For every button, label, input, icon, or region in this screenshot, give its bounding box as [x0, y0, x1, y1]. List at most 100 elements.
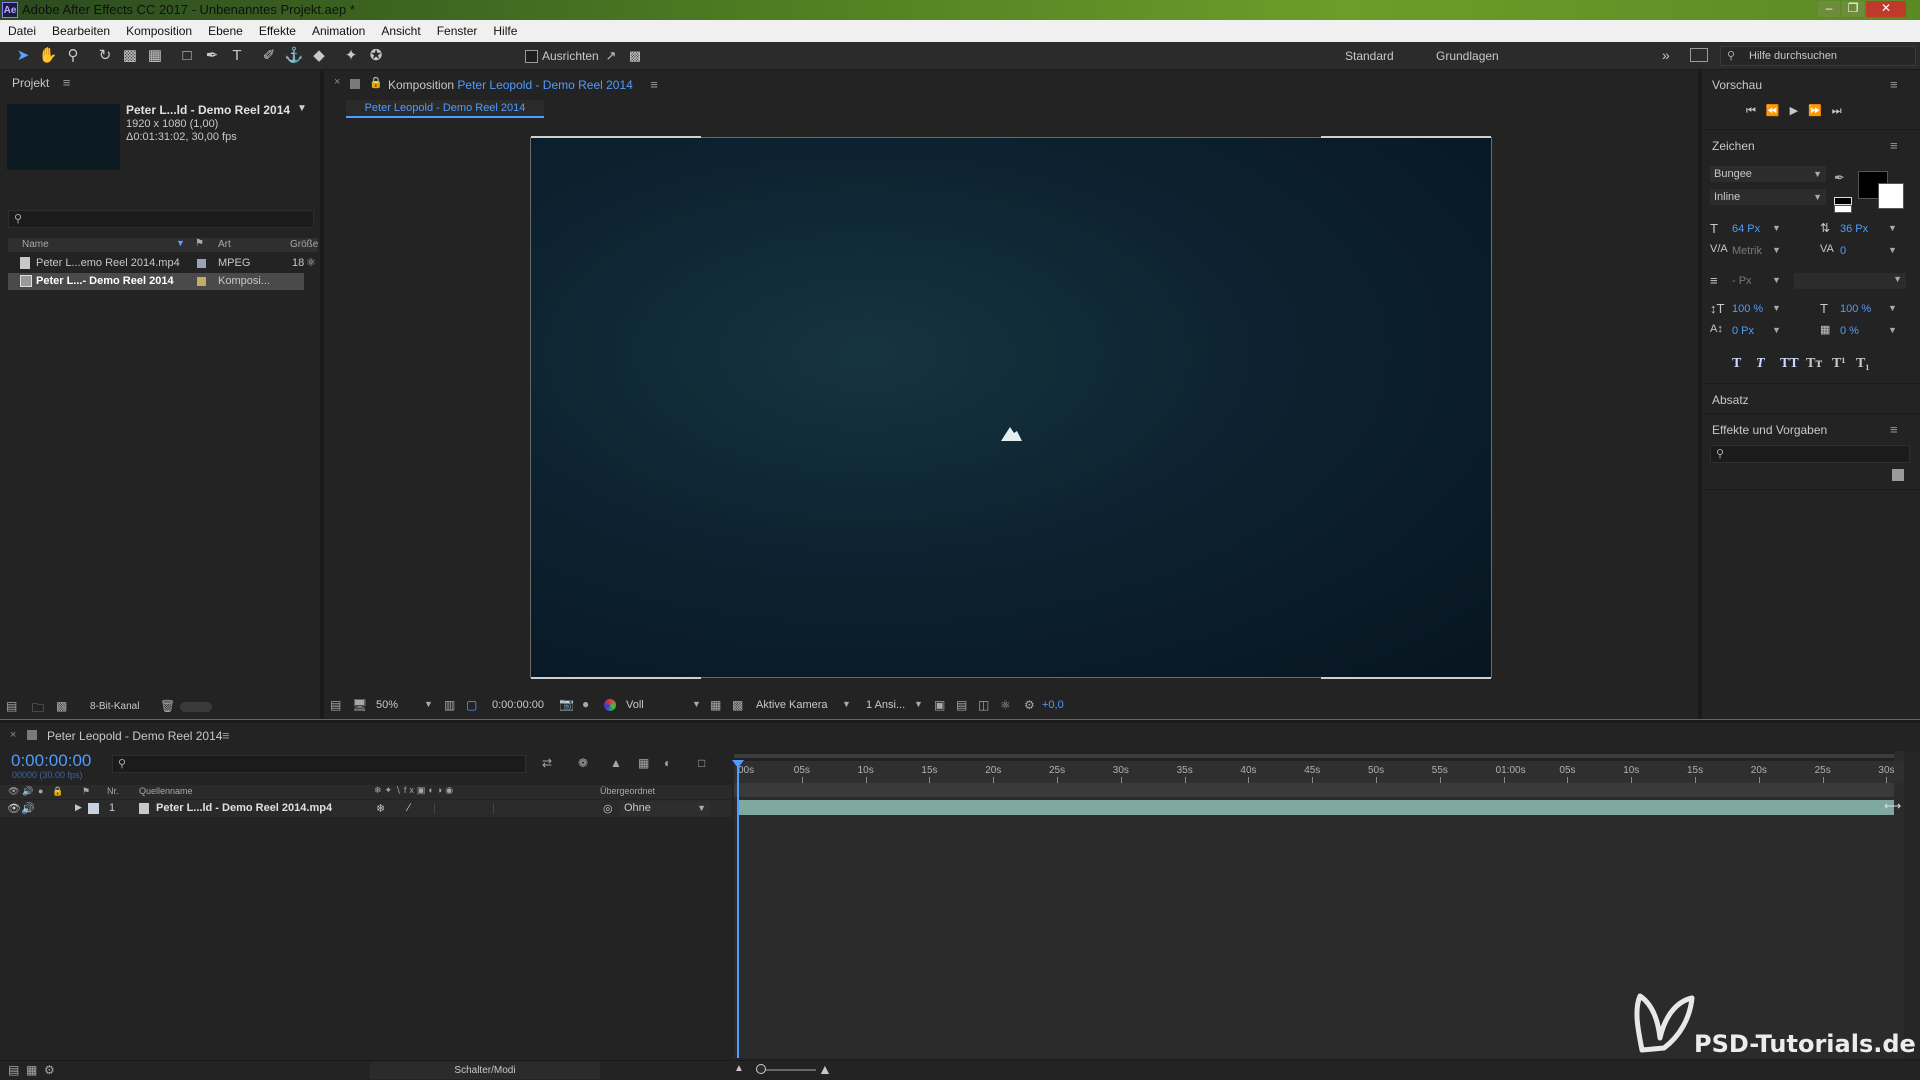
rotate-tool-icon[interactable]: ↻: [94, 46, 116, 66]
first-frame-icon[interactable]: ⏮: [1746, 105, 1766, 117]
minimize-icon[interactable]: –: [1818, 1, 1840, 17]
play-icon[interactable]: ▶: [1790, 105, 1808, 117]
puppet-tool-icon[interactable]: ✪: [365, 46, 387, 66]
project-list-item[interactable]: Peter L...emo Reel 2014.mp4 MPEG 18 ⚛: [8, 255, 318, 272]
playhead[interactable]: [737, 761, 739, 1058]
parent-dropdown[interactable]: Ohne ▼: [620, 801, 710, 816]
vertical-scale-value[interactable]: 100 %: [1732, 303, 1763, 315]
toggle-switches-modes[interactable]: Schalter/Modi: [370, 1062, 600, 1079]
collapse-switch-icon[interactable]: ❄: [376, 802, 385, 815]
layer-list-empty[interactable]: [0, 818, 732, 1058]
column-size[interactable]: Größe: [290, 239, 318, 250]
white-swatch[interactable]: [1834, 205, 1852, 213]
column-source-name[interactable]: Quellenname: [139, 786, 193, 796]
snapshot-icon[interactable]: 📷: [559, 697, 574, 711]
chevron-down-icon[interactable]: ▼: [1888, 245, 1897, 255]
menu-animation[interactable]: Animation: [304, 20, 373, 42]
more-workspaces-icon[interactable]: »: [1662, 47, 1670, 63]
rectangle-tool-icon[interactable]: □: [176, 46, 198, 66]
always-preview-icon[interactable]: ▤: [330, 698, 341, 712]
close-icon[interactable]: ✕: [1866, 1, 1906, 17]
last-frame-icon[interactable]: ⏭: [1832, 105, 1852, 117]
time-ruler[interactable]: 00s 05s 10s 15s 20s 25s 30s 35s 40s 45s 50s 55s 01:0…: [734, 761, 1920, 783]
help-search-box[interactable]: ⚲ Hilfe durchsuchen: [1720, 46, 1916, 66]
column-type[interactable]: Art: [218, 239, 231, 250]
reset-exposure-icon[interactable]: ⚙: [1024, 698, 1035, 712]
label-swatch[interactable]: [197, 277, 206, 286]
workspace-grundlagen[interactable]: Grundlagen: [1436, 49, 1499, 63]
zoom-slider-handle[interactable]: [756, 1064, 766, 1074]
faux-bold-button[interactable]: T: [1732, 356, 1741, 372]
show-snapshot-icon[interactable]: ●: [582, 697, 589, 711]
work-area-range[interactable]: [734, 754, 1894, 758]
new-folder-icon[interactable]: 🗀: [32, 699, 44, 720]
expand-arrow-icon[interactable]: ▶: [75, 802, 82, 813]
motion-blur-icon[interactable]: ◐: [664, 756, 671, 770]
timeline-panel-title[interactable]: Peter Leopold - Demo Reel 2014: [47, 729, 222, 743]
label-swatch[interactable]: [88, 803, 99, 814]
restore-icon[interactable]: ❐: [1842, 1, 1864, 17]
comp-panel-name[interactable]: Peter Leopold - Demo Reel 2014: [457, 78, 632, 92]
menu-fenster[interactable]: Fenster: [429, 20, 486, 42]
leading-value[interactable]: 36 Px: [1840, 223, 1868, 235]
camera-dropdown[interactable]: Aktive Kamera: [756, 699, 828, 711]
text-tool-icon[interactable]: T: [226, 46, 248, 66]
menu-hilfe[interactable]: Hilfe: [485, 20, 525, 42]
column-name[interactable]: Name: [22, 239, 49, 250]
faux-italic-button[interactable]: T: [1756, 356, 1765, 372]
frame-blending-icon[interactable]: ▦: [638, 756, 649, 770]
all-caps-button[interactable]: TT: [1780, 356, 1799, 372]
selection-tool-icon[interactable]: ➤: [12, 46, 34, 66]
menu-ebene[interactable]: Ebene: [200, 20, 251, 42]
layer-row[interactable]: 👁 🔊 ▶ 1 Peter L...ld - Demo Reel 2014.mp…: [0, 800, 732, 817]
horizontal-scale-value[interactable]: 100 %: [1840, 303, 1871, 315]
pen-tool-icon[interactable]: ✒: [201, 46, 223, 66]
chevron-down-icon[interactable]: ▼: [1888, 223, 1897, 233]
close-panel-icon[interactable]: ×: [334, 76, 340, 88]
bit-depth-button[interactable]: 8-Bit-Kanal: [90, 701, 139, 712]
playhead-handle[interactable]: [732, 760, 744, 768]
superscript-button[interactable]: T¹: [1832, 356, 1846, 372]
exposure-value[interactable]: +0,0: [1042, 699, 1064, 711]
monitor-icon[interactable]: 🖥: [352, 698, 367, 712]
chevron-down-icon[interactable]: ▼: [1772, 325, 1781, 335]
zoom-tool-icon[interactable]: ⚲: [62, 46, 84, 66]
prev-frame-icon[interactable]: ⏪: [1766, 105, 1790, 117]
chevron-down-icon[interactable]: ▼: [842, 699, 851, 709]
switch-boxes[interactable]: [434, 803, 494, 814]
clone-stamp-tool-icon[interactable]: ⚓: [283, 46, 305, 66]
layer-switches-icon[interactable]: ▤: [8, 1063, 19, 1077]
interpret-footage-icon[interactable]: ▤: [6, 699, 17, 713]
pan-behind-tool-icon[interactable]: ▦: [144, 46, 166, 66]
zoom-in-icon[interactable]: ▲: [818, 1061, 832, 1077]
safe-zones-icon[interactable]: ▢: [466, 698, 477, 712]
layer-duration-bar[interactable]: [738, 800, 1894, 815]
comp-mini-flowchart-icon[interactable]: ⇄: [542, 756, 552, 770]
timeline-search-input[interactable]: ⚲: [112, 755, 526, 773]
toggle-pixel-aspect-icon[interactable]: ▣: [934, 698, 945, 712]
menu-datei[interactable]: Datei: [0, 20, 44, 42]
comp-tab[interactable]: Peter Leopold - Demo Reel 2014: [346, 100, 544, 118]
small-caps-button[interactable]: Tт: [1806, 356, 1822, 372]
panel-menu-icon[interactable]: ≡: [1890, 138, 1898, 153]
panel-menu-icon[interactable]: ≡: [63, 75, 71, 90]
menu-ansicht[interactable]: Ansicht: [373, 20, 428, 42]
stroke-color-swatch[interactable]: [1878, 183, 1904, 209]
camera-tool-icon[interactable]: ▩: [119, 46, 141, 66]
brush-tool-icon[interactable]: ✐: [258, 46, 280, 66]
thumbnail-slider[interactable]: [180, 702, 212, 712]
eyedropper-icon[interactable]: ✒: [1834, 170, 1845, 186]
project-search-input[interactable]: ⚲: [8, 210, 314, 228]
in-out-controls-icon[interactable]: ⚙: [44, 1063, 55, 1077]
menu-komposition[interactable]: Komposition: [118, 20, 200, 42]
chevron-down-icon[interactable]: ▼: [914, 699, 923, 709]
align-checkbox[interactable]: [525, 50, 538, 63]
baseline-shift-value[interactable]: 0 Px: [1732, 325, 1754, 337]
kerning-value[interactable]: Metrik: [1732, 245, 1762, 257]
column-parent[interactable]: Übergeordnet: [600, 786, 655, 796]
timeline-icon[interactable]: ◫: [978, 698, 989, 712]
label-swatch[interactable]: [197, 259, 206, 268]
layer-name[interactable]: Peter L...ld - Demo Reel 2014.mp4: [156, 802, 332, 814]
font-size-value[interactable]: 64 Px: [1732, 223, 1760, 235]
audio-speaker-icon[interactable]: 🔊: [21, 802, 35, 815]
